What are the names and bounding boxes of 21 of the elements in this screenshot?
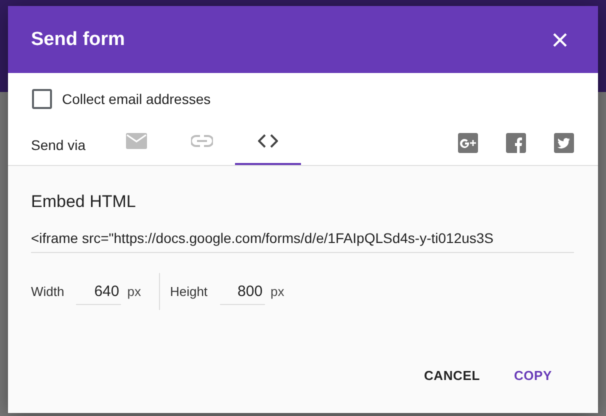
unit-label: px — [127, 284, 141, 299]
code-icon — [258, 134, 278, 148]
height-field[interactable]: 800 — [220, 278, 265, 304]
embed-code-field[interactable]: <iframe src="https://docs.google.com/forms/d/e/1FAIpQLSd4s-y-ti012us3S — [31, 226, 574, 253]
link-icon — [191, 135, 213, 147]
height-label: Height — [170, 284, 208, 299]
checkbox-label: Collect email addresses — [62, 91, 211, 107]
twitter-icon[interactable] — [554, 133, 574, 153]
unit-label: px — [270, 284, 284, 299]
google-plus-icon[interactable] — [458, 133, 478, 153]
width-label: Width — [31, 284, 64, 299]
embed-heading: Embed HTML — [31, 192, 137, 212]
envelope-icon — [126, 133, 146, 149]
cancel-button[interactable]: CANCEL — [412, 360, 492, 391]
close-icon[interactable] — [552, 32, 568, 48]
copy-button[interactable]: COPY — [502, 360, 564, 391]
dialog-title: Send form — [31, 28, 125, 50]
facebook-icon[interactable] — [506, 133, 526, 153]
send-via-label: Send via — [31, 137, 86, 153]
checkbox[interactable] — [32, 89, 52, 109]
width-field[interactable]: 640 — [76, 278, 122, 304]
